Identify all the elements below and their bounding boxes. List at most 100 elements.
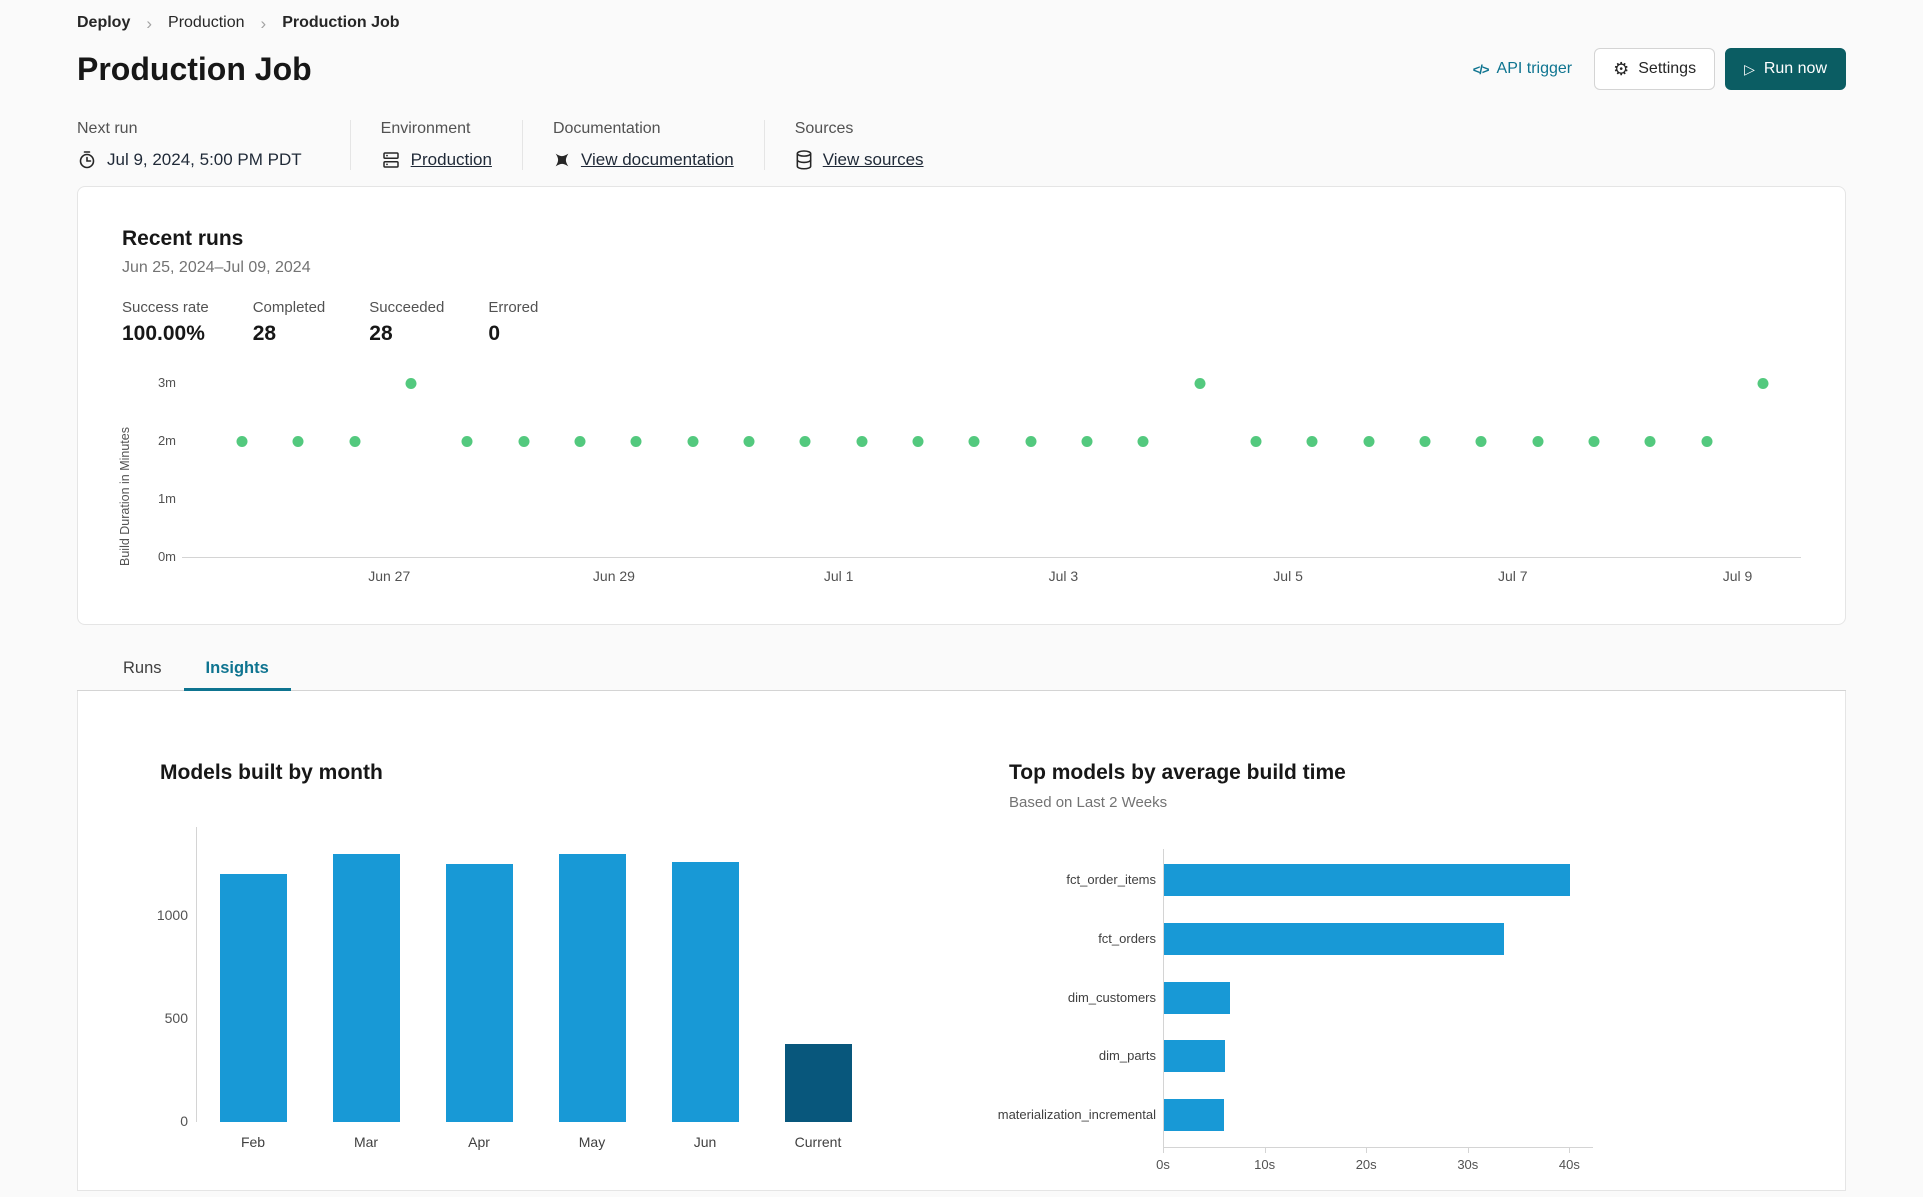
stat-label-success-rate: Success rate (122, 299, 209, 316)
run-dot[interactable] (1025, 435, 1037, 447)
x-axis-tick (1163, 1147, 1164, 1153)
bar-fct_order_items[interactable] (1164, 864, 1571, 896)
run-dot[interactable] (236, 435, 248, 447)
x-axis: Jun 27 Jun 29 Jul 1 Jul 3 Jul 5 Jul 7 Jul 9 (182, 568, 1801, 588)
run-dot[interactable] (574, 435, 586, 447)
x-axis-tick-label: 10s (1254, 1157, 1276, 1172)
y-axis-tick-label: 3m (157, 375, 176, 390)
run-dot[interactable] (630, 435, 642, 447)
gear-icon: ⚙ (1613, 59, 1630, 79)
meta-value-next-run: Jul 9, 2024, 5:00 PM PDT (77, 150, 302, 170)
meta-label-environment: Environment (380, 120, 471, 137)
stat-label-succeeded: Succeeded (369, 299, 445, 316)
stat-value-success-rate: 100.00% (122, 322, 205, 345)
bar-feb[interactable] (219, 874, 287, 1122)
x-axis-tick (1264, 1147, 1266, 1153)
header-button-group: ⚙ Settings ▷ Run now (1594, 48, 1846, 90)
run-dot[interactable] (1701, 435, 1713, 447)
model-name-label: dim_customers (1067, 989, 1156, 1005)
meta-value-text-sources[interactable]: View sources (823, 150, 924, 170)
breadcrumb-item: Production Job (282, 14, 400, 31)
header-actions: </> API trigger ⚙ Settings ▷ Run now (1473, 48, 1846, 90)
run-dot[interactable] (1475, 435, 1487, 447)
bar-materialization_incremental[interactable] (1164, 1099, 1224, 1132)
run-dot[interactable] (912, 435, 924, 447)
bar-dim_customers[interactable] (1164, 981, 1231, 1014)
run-dot[interactable] (1363, 435, 1375, 447)
model-name-label: dim_parts (1098, 1048, 1156, 1064)
run-dot[interactable] (1757, 377, 1769, 389)
run-dot[interactable] (1419, 435, 1431, 447)
bar-mar[interactable] (332, 853, 400, 1122)
tab-runs[interactable]: Runs (101, 647, 184, 691)
recent-runs-title: Recent runs (122, 227, 244, 250)
x-axis-category-label: May (578, 1134, 606, 1150)
x-axis-tick-label: Jul 5 (1273, 568, 1303, 584)
run-dot[interactable] (518, 435, 530, 447)
run-dot[interactable] (292, 435, 304, 447)
run-now-button[interactable]: ▷ Run now (1725, 48, 1846, 90)
settings-button[interactable]: ⚙ Settings (1594, 48, 1716, 90)
y-axis-tick-label: 2m (157, 433, 176, 448)
stat-label-completed: Completed (252, 299, 326, 316)
meta-value-text-next-run: Jul 9, 2024, 5:00 PM PDT (107, 150, 302, 169)
left-chart-y-axis-line (196, 827, 197, 1122)
run-dot[interactable] (349, 435, 361, 447)
stat-value-completed: 28 (252, 322, 277, 345)
meta-value-documentation: View documentation (553, 150, 734, 170)
bar-fct_orders[interactable] (1164, 922, 1505, 955)
bar-current[interactable] (784, 1043, 852, 1122)
run-dot[interactable] (1081, 435, 1093, 447)
run-dot[interactable] (743, 435, 755, 447)
x-axis-tick-label: 0s (1156, 1157, 1170, 1172)
scatter-plot-area (182, 370, 1801, 558)
meta-sources: Sources View sources (763, 120, 954, 170)
y-axis-tick-label: 500 (164, 1009, 188, 1026)
run-dot[interactable] (856, 435, 868, 447)
stat-completed: Completed 28 (253, 299, 326, 346)
api-trigger-link[interactable]: </> API trigger (1473, 60, 1572, 78)
run-dot[interactable] (1306, 435, 1318, 447)
meta-label-next-run: Next run (77, 120, 138, 137)
recent-runs-date-range: Jun 25, 2024–Jul 09, 2024 (122, 259, 311, 276)
meta-value-text-documentation[interactable]: View documentation (581, 150, 734, 170)
breadcrumb-item[interactable]: Deploy (77, 14, 130, 32)
page-title: Production Job (77, 50, 312, 87)
bar-may[interactable] (558, 853, 626, 1122)
run-dot[interactable] (687, 435, 699, 447)
run-dot[interactable] (1644, 435, 1656, 447)
breadcrumb: Deploy › Production › Production Job (77, 0, 1846, 32)
top-models-subtitle: Based on Last 2 Weeks (1009, 794, 1168, 811)
x-axis-category-label: Apr (468, 1134, 490, 1150)
bar-dim_parts[interactable] (1164, 1040, 1225, 1073)
job-meta-row: Next run Jul 9, 2024, 5:00 PM PDT Environm… (77, 120, 1846, 170)
stat-success-rate: Success rate 100.00% (122, 299, 209, 346)
run-dot[interactable] (1588, 435, 1600, 447)
y-axis: 0m 1m 2m 3m (122, 364, 176, 564)
bar-apr[interactable] (445, 864, 513, 1122)
x-axis-tick-label: Jul 1 (823, 568, 854, 584)
run-dot[interactable] (405, 377, 417, 389)
tab-insights[interactable]: Insights (183, 647, 291, 691)
recent-runs-stats: Success rate 100.00% Completed 28 Succeeded 2… (122, 299, 1801, 346)
breadcrumb-item[interactable]: Production (168, 14, 245, 32)
page-header: Production Job </> API trigger ⚙ Setting… (77, 48, 1846, 90)
run-dot[interactable] (1137, 435, 1149, 447)
stat-succeeded: Succeeded 28 (369, 299, 444, 346)
meta-next-run: Next run Jul 9, 2024, 5:00 PM PDT (77, 120, 350, 170)
bar-jun[interactable] (671, 862, 739, 1122)
run-dot[interactable] (1194, 377, 1206, 389)
run-dot[interactable] (968, 435, 980, 447)
x-axis-tick (1366, 1147, 1368, 1153)
meta-value-text-environment[interactable]: Production (411, 150, 492, 170)
x-axis-tick (1467, 1147, 1469, 1153)
run-dot[interactable] (1250, 435, 1262, 447)
run-dot[interactable] (1532, 435, 1544, 447)
run-dot[interactable] (461, 435, 473, 447)
build-duration-chart: Build Duration in Minutes 0m 1m 2m 3m Jun 2… (118, 364, 1801, 590)
run-dot[interactable] (799, 435, 811, 447)
clock-icon (77, 150, 97, 170)
x-axis-category-label: Mar (353, 1134, 379, 1150)
meta-value-environment: Production (381, 150, 492, 170)
code-icon: </> (1472, 61, 1490, 77)
